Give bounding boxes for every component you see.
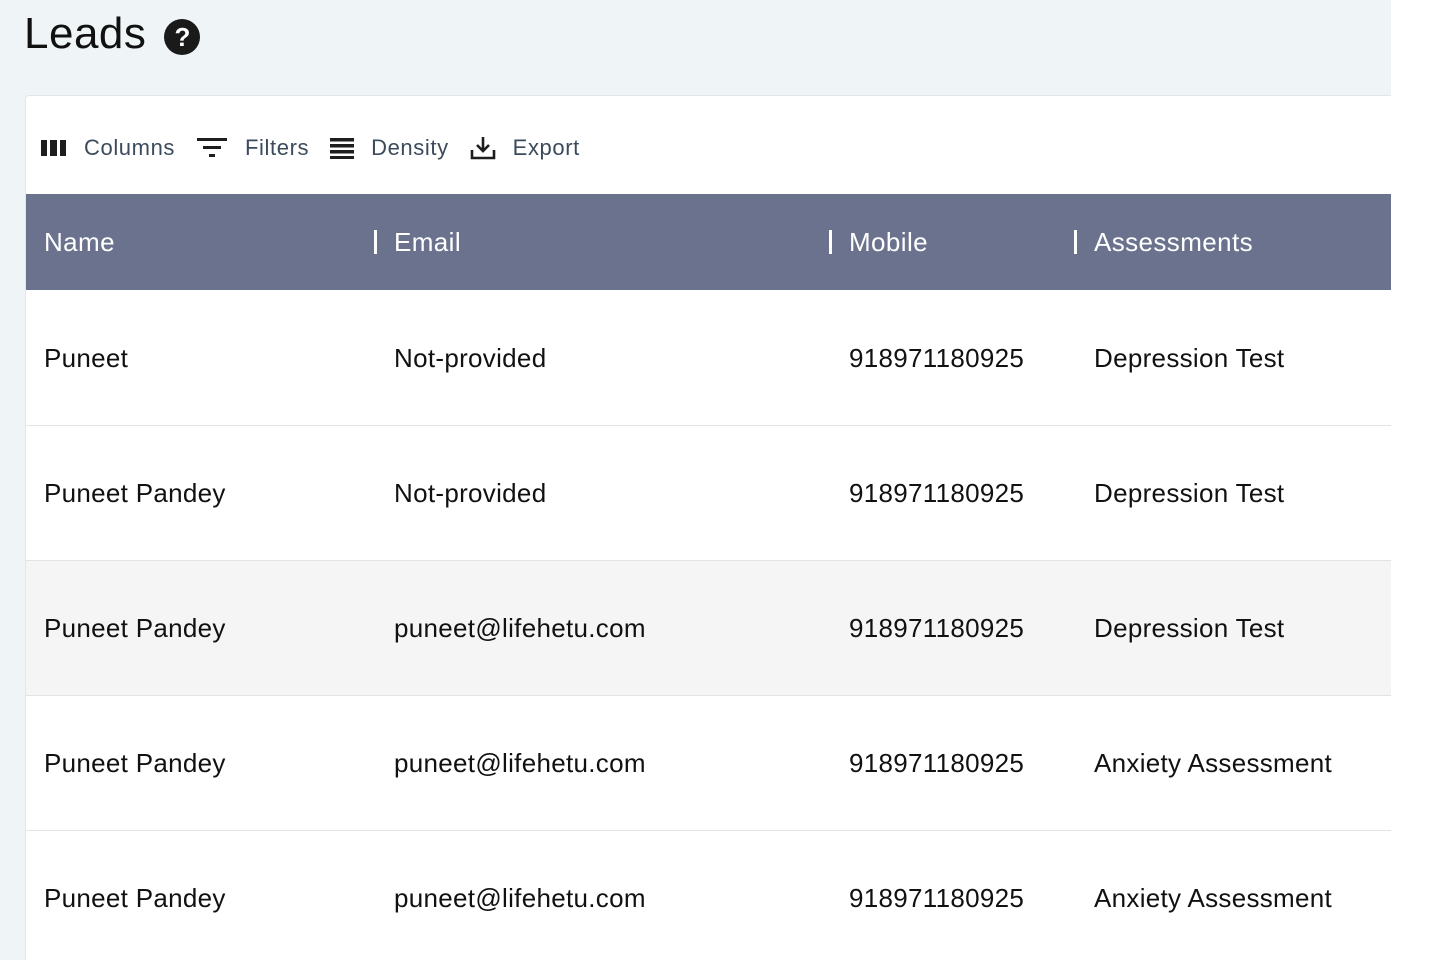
column-header-mobile[interactable]: Mobile	[849, 194, 928, 290]
grid-toolbar: Columns Filters Density Export	[40, 130, 600, 166]
cell-email: puneet@lifehetu.com	[394, 747, 646, 778]
cell-mobile: 918971180925	[849, 882, 1025, 913]
cell-email: puneet@lifehetu.com	[394, 882, 646, 913]
cell-email: Not-provided	[394, 342, 547, 373]
column-separator[interactable]	[1074, 230, 1077, 254]
cell-name: Puneet Pandey	[44, 747, 226, 778]
data-grid: Columns Filters Density Export Name Emai…	[25, 95, 1391, 960]
columns-label: Columns	[84, 135, 176, 160]
cell-email: Not-provided	[394, 477, 547, 508]
density-label: Density	[371, 135, 449, 160]
column-separator[interactable]	[829, 230, 832, 254]
cell-email: puneet@lifehetu.com	[394, 612, 646, 643]
column-separator[interactable]	[374, 230, 377, 254]
cell-name: Puneet Pandey	[44, 477, 226, 508]
column-header-email[interactable]: Email	[394, 194, 461, 290]
cell-mobile: 918971180925	[849, 342, 1025, 373]
help-icon[interactable]: ?	[164, 19, 201, 55]
download-icon	[469, 134, 497, 162]
export-label: Export	[512, 135, 580, 160]
cell-name: Puneet	[44, 342, 129, 373]
table-row[interactable]: Puneet Pandey puneet@lifehetu.com 918971…	[26, 831, 1391, 960]
cell-assessment: Anxiety Assessment	[1094, 747, 1333, 778]
cell-assessment: Depression Test	[1094, 477, 1285, 508]
cell-mobile: 918971180925	[849, 747, 1025, 778]
column-header-row: Name Email Mobile Assessments	[26, 194, 1391, 290]
table-row[interactable]: Puneet Pandey puneet@lifehetu.com 918971…	[26, 696, 1391, 831]
column-header-assessments[interactable]: Assessments	[1094, 194, 1253, 290]
view-column-icon	[40, 137, 68, 159]
export-button[interactable]: Export	[469, 130, 586, 166]
filter-list-icon	[195, 135, 229, 161]
page: Leads ? Columns Filters Density Export N…	[0, 0, 1391, 960]
density-button[interactable]: Density	[329, 130, 455, 166]
cell-assessment: Depression Test	[1094, 612, 1285, 643]
cell-name: Puneet Pandey	[44, 882, 226, 913]
table-row[interactable]: Puneet Pandey puneet@lifehetu.com 918971…	[26, 561, 1391, 696]
page-title: Leads	[24, 9, 147, 58]
cell-name: Puneet Pandey	[44, 612, 226, 643]
filters-button[interactable]: Filters	[195, 130, 315, 166]
cell-mobile: 918971180925	[849, 612, 1025, 643]
density-icon	[329, 136, 355, 160]
table-row[interactable]: Puneet Not-provided 918971180925 Depress…	[26, 291, 1391, 426]
column-header-name[interactable]: Name	[44, 194, 115, 290]
cell-assessment: Depression Test	[1094, 342, 1285, 373]
table-row[interactable]: Puneet Pandey Not-provided 918971180925 …	[26, 426, 1391, 561]
cell-mobile: 918971180925	[849, 477, 1025, 508]
cell-assessment: Anxiety Assessment	[1094, 882, 1333, 913]
table-body: Puneet Not-provided 918971180925 Depress…	[26, 291, 1391, 960]
columns-button[interactable]: Columns	[40, 130, 181, 166]
filters-label: Filters	[245, 135, 310, 160]
page-header: Leads ?	[24, 6, 201, 62]
